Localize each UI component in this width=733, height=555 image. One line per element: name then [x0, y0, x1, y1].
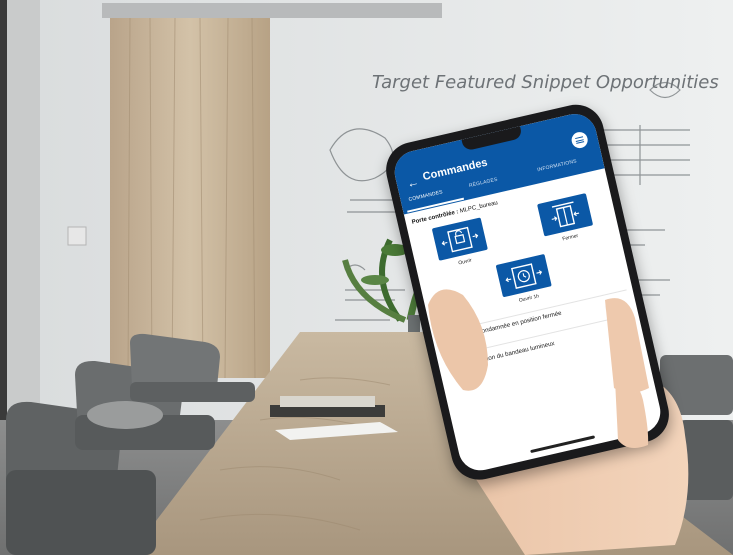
thumb	[428, 289, 488, 391]
thumb-overlay	[428, 289, 649, 449]
fingers	[605, 298, 649, 449]
